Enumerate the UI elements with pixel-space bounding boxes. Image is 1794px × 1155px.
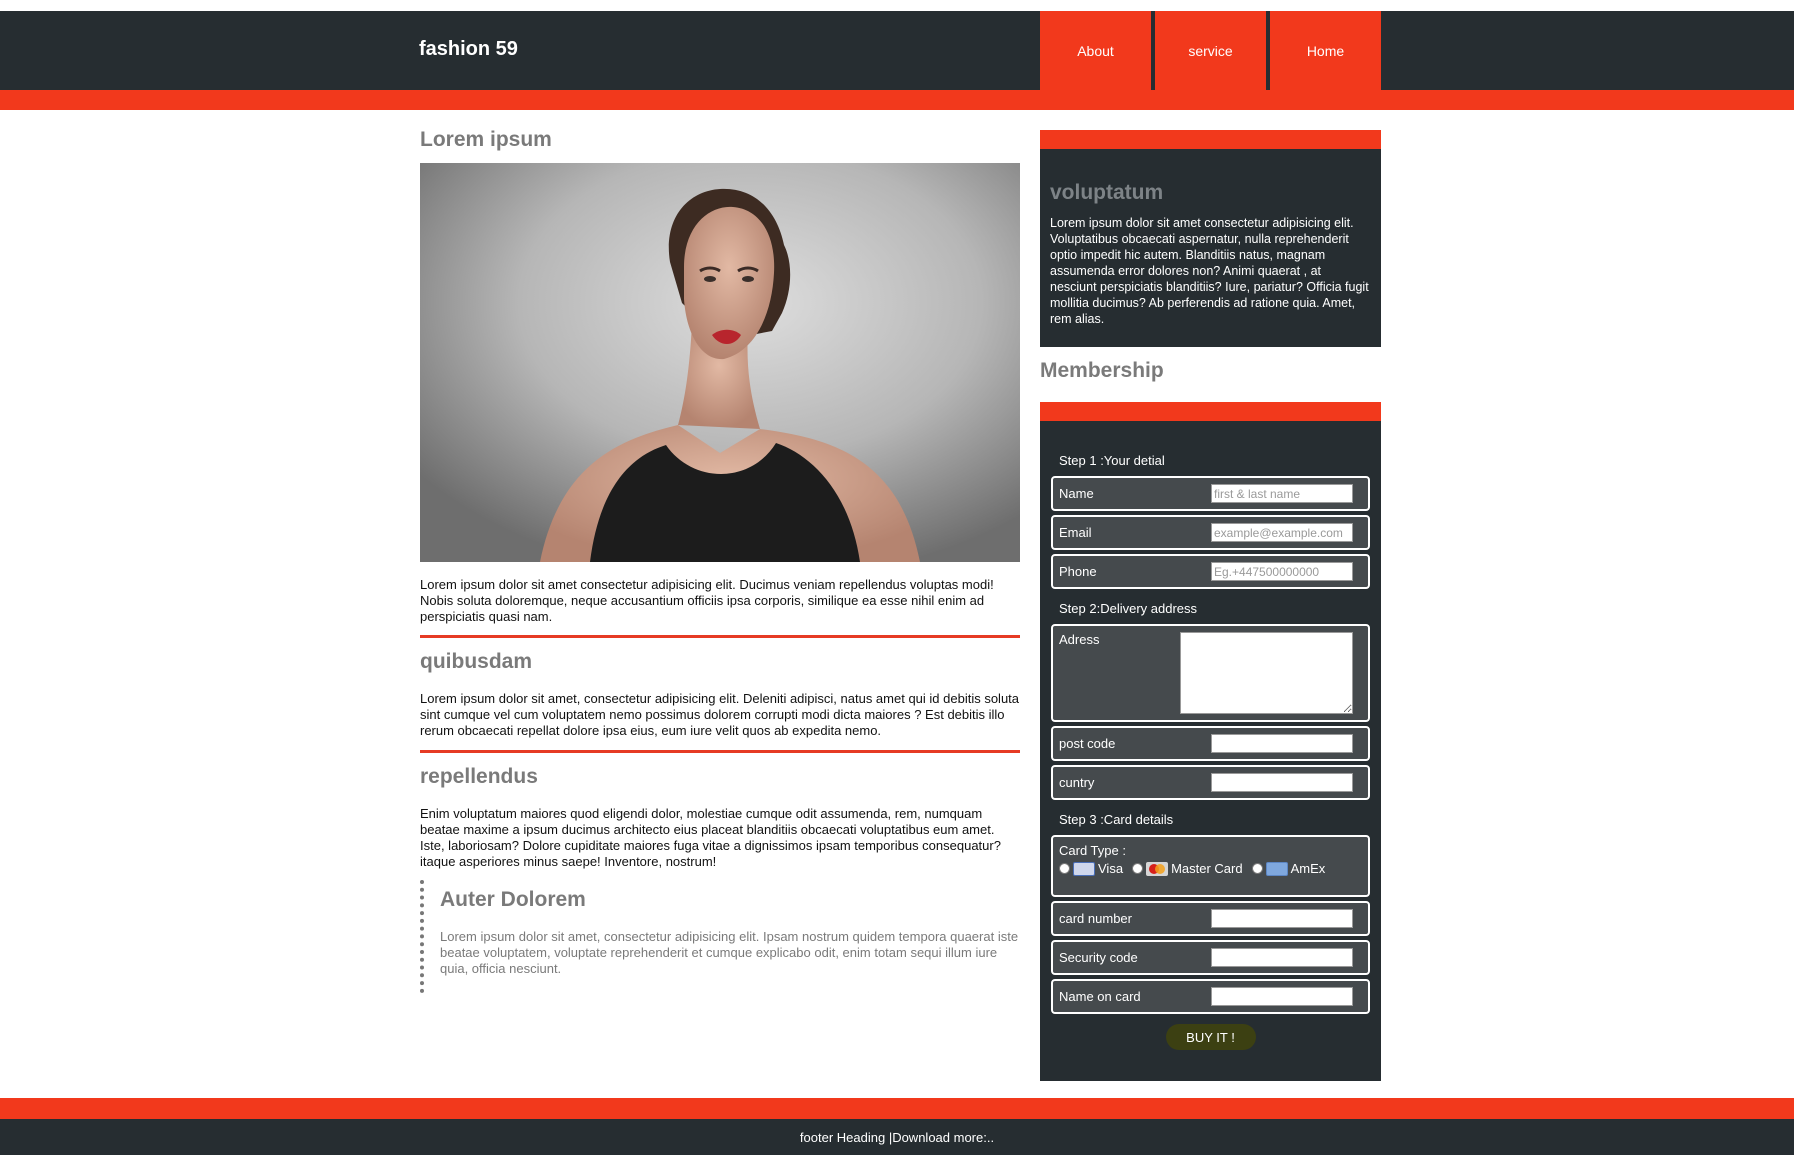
woman-portrait-illustration (420, 163, 1020, 562)
postcode-label: post code (1059, 736, 1116, 751)
card-number-row: card number (1051, 901, 1370, 936)
country-label: cuntry (1059, 775, 1095, 790)
country-row: cuntry (1051, 765, 1370, 800)
top-strip (0, 0, 1794, 11)
card-type-row: Card Type : Visa Master Card AmEx (1051, 835, 1370, 897)
name-label: Name (1059, 486, 1094, 501)
header-accent-bar (0, 90, 1794, 110)
intro-paragraph: Lorem ipsum dolor sit amet consectetur a… (420, 577, 994, 624)
hero-image (420, 163, 1020, 562)
form-accent-bar (1040, 402, 1381, 421)
panel-text: Lorem ipsum dolor sit amet consectetur a… (1050, 216, 1369, 326)
quote-heading: Auter Dolorem (440, 888, 586, 911)
section-paragraph: Lorem ipsum dolor sit amet, consectetur … (420, 691, 1020, 738)
mastercard-icon (1146, 861, 1169, 876)
security-code-input[interactable] (1211, 948, 1353, 967)
name-on-card-input[interactable] (1211, 987, 1353, 1006)
membership-heading: Membership (1040, 359, 1164, 382)
footer-accent-bar (0, 1098, 1794, 1119)
card-option-visa: Visa (1059, 861, 1123, 876)
quote-text: Lorem ipsum dolor sit amet, consectetur … (440, 929, 1019, 976)
info-panel: voluptatum Lorem ipsum dolor sit amet co… (1040, 130, 1381, 347)
mastercard-radio[interactable] (1132, 863, 1144, 874)
step2-label: Step 2:Delivery address (1059, 601, 1198, 616)
mastercard-label: Master Card (1171, 861, 1243, 876)
site-footer: footer Heading |Download more:.. (0, 1119, 1794, 1155)
section-divider (420, 750, 1020, 753)
nav-home[interactable]: Home (1270, 11, 1381, 90)
section-paragraph: Enim voluptatum maiores quod eligendi do… (420, 806, 1001, 869)
footer-text[interactable]: footer Heading |Download more:.. (800, 1130, 994, 1145)
phone-label: Phone (1059, 564, 1097, 579)
card-number-input[interactable] (1211, 909, 1353, 928)
email-input[interactable] (1211, 523, 1353, 542)
visa-radio[interactable] (1059, 863, 1070, 874)
card-number-label: card number (1059, 911, 1132, 926)
address-textarea[interactable] (1180, 632, 1353, 714)
site-header (0, 11, 1794, 90)
panel-heading: voluptatum (1050, 181, 1164, 204)
membership-form: Step 1 :Your detial Name Email Phone Ste… (1040, 421, 1381, 1081)
security-code-label: Security code (1059, 950, 1138, 965)
visa-card-icon (1073, 861, 1095, 876)
card-type-label: Card Type : (1059, 843, 1126, 858)
page-title: Lorem ipsum (420, 128, 552, 151)
step3-label: Step 3 :Card details (1059, 812, 1174, 827)
name-input[interactable] (1211, 484, 1353, 503)
amex-card-icon (1265, 861, 1288, 876)
buy-button[interactable]: BUY IT ! (1165, 1024, 1256, 1050)
card-option-amex: AmEx (1251, 861, 1326, 876)
phone-input[interactable] (1211, 562, 1353, 581)
card-option-mastercard: Master Card (1132, 861, 1243, 876)
section-heading-repellendus: repellendus (420, 765, 538, 788)
email-row: Email (1051, 515, 1370, 550)
country-input[interactable] (1211, 773, 1353, 792)
address-label: Adress (1059, 632, 1100, 647)
main-content: Lorem ipsum Lorem ipsum dolor sit amet c… (420, 128, 1020, 993)
panel-accent-bar (1040, 130, 1381, 149)
name-on-card-row: Name on card (1051, 979, 1370, 1014)
section-divider (420, 635, 1020, 638)
amex-label: AmEx (1290, 861, 1326, 876)
section-heading-quibusdam: quibusdam (420, 650, 533, 673)
postcode-row: post code (1051, 726, 1370, 761)
main-nav: About service Home (1040, 11, 1381, 90)
nav-service[interactable]: service (1155, 11, 1266, 90)
name-on-card-label: Name on card (1059, 989, 1141, 1004)
email-label: Email (1059, 525, 1092, 540)
amex-radio[interactable] (1251, 863, 1263, 874)
nav-about[interactable]: About (1040, 11, 1151, 90)
security-code-row: Security code (1051, 940, 1370, 975)
site-brand[interactable]: fashion 59 (419, 38, 518, 61)
visa-label: Visa (1098, 861, 1124, 876)
blockquote: Auter Dolorem Lorem ipsum dolor sit amet… (420, 880, 1020, 993)
membership-form-container: Step 1 :Your detial Name Email Phone Ste… (1040, 402, 1381, 1081)
step1-label: Step 1 :Your detial (1059, 453, 1165, 468)
name-row: Name (1051, 476, 1370, 511)
card-type-options: Visa Master Card AmEx (1059, 861, 1362, 876)
address-row: Adress (1051, 624, 1370, 722)
phone-row: Phone (1051, 554, 1370, 589)
postcode-input[interactable] (1211, 734, 1353, 753)
sidebar: voluptatum Lorem ipsum dolor sit amet co… (1040, 130, 1381, 1081)
